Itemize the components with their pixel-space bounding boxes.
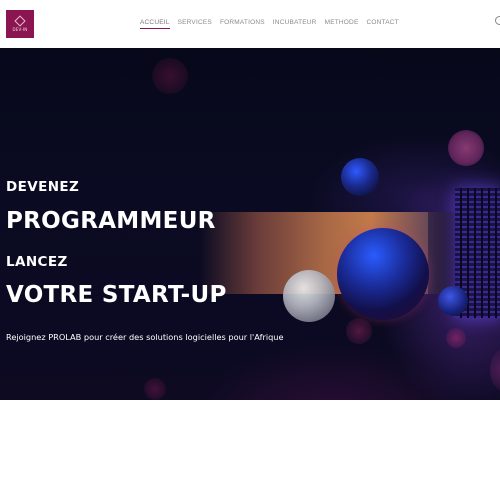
decorative-orb bbox=[448, 130, 484, 166]
decorative-orb bbox=[152, 58, 188, 94]
search-icon[interactable] bbox=[495, 16, 500, 25]
decorative-orb bbox=[346, 318, 372, 344]
nav-item-services[interactable]: SERVICES bbox=[178, 19, 212, 29]
hero-banner: DEVENEZ PROGRAMMEUR LANCEZ VOTRE START-U… bbox=[0, 48, 500, 400]
decorative-orb bbox=[341, 158, 379, 196]
decorative-orb bbox=[438, 286, 468, 316]
nav-item-formations[interactable]: FORMATIONS bbox=[220, 19, 265, 29]
decorative-orb bbox=[283, 270, 335, 322]
main-nav: ACCUEIL SERVICES FORMATIONS INCUBATEUR M… bbox=[140, 19, 399, 29]
decorative-orb bbox=[144, 378, 166, 400]
nav-item-methode[interactable]: METHODE bbox=[325, 19, 359, 29]
hero-line-programmeur: PROGRAMMEUR bbox=[6, 208, 216, 234]
decorative-orb bbox=[490, 348, 500, 392]
decorative-orb bbox=[337, 228, 429, 320]
logo-icon bbox=[14, 14, 26, 27]
hero-subtitle: Rejoignez PROLAB pour créer des solution… bbox=[6, 332, 284, 342]
nav-item-incubateur[interactable]: INCUBATEUR bbox=[273, 19, 317, 29]
hero-beam-end bbox=[428, 212, 458, 294]
logo-text: DEV-IN bbox=[12, 26, 28, 32]
hero-line-devenez: DEVENEZ bbox=[6, 179, 80, 195]
nav-item-accueil[interactable]: ACCUEIL bbox=[140, 19, 170, 29]
decorative-orb bbox=[446, 328, 466, 348]
site-logo[interactable]: DEV-IN bbox=[6, 10, 34, 38]
hero-line-lancez: LANCEZ bbox=[6, 254, 68, 270]
hero-line-startup: VOTRE START-UP bbox=[6, 282, 227, 308]
site-header: DEV-IN ACCUEIL SERVICES FORMATIONS INCUB… bbox=[0, 0, 500, 48]
nav-item-contact[interactable]: CONTACT bbox=[366, 19, 398, 29]
